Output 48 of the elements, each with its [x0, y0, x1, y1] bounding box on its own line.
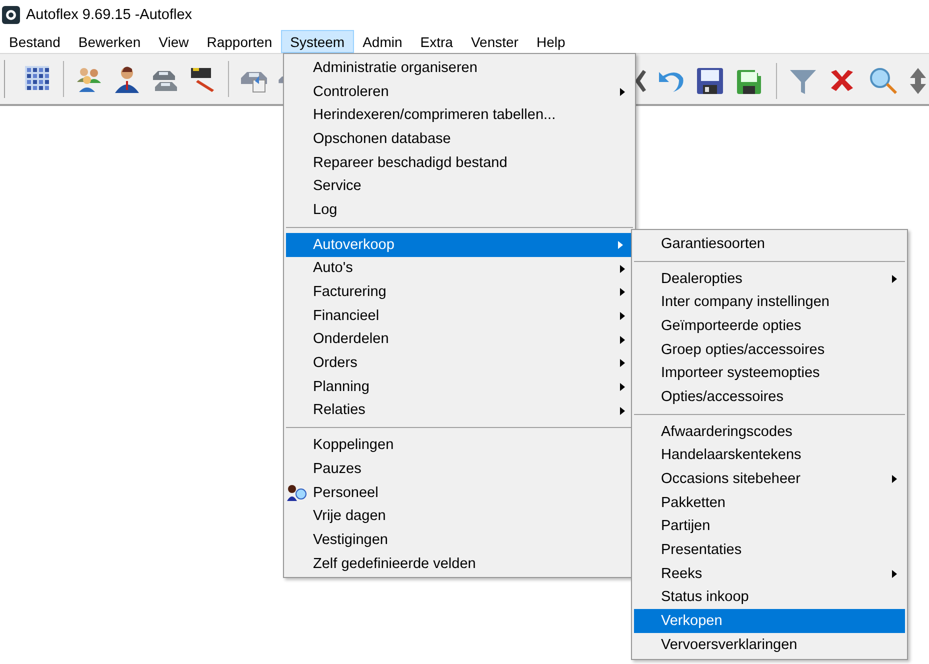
menu-item[interactable]: Controleren — [284, 80, 635, 104]
menu-item[interactable]: Dealeropties — [632, 266, 907, 290]
menu-item[interactable]: Afwaarderingscodes — [632, 420, 907, 444]
menu-item[interactable]: Relaties — [284, 398, 635, 422]
menu-item[interactable]: Koppelingen — [284, 433, 635, 457]
menu-item[interactable]: Inter company instellingen — [632, 290, 907, 314]
menu-item[interactable]: Verkopen — [634, 609, 905, 633]
menu-bar-item[interactable]: Bestand — [0, 30, 70, 53]
menu-item[interactable]: Herindexeren/comprimeren tabellen... — [284, 103, 635, 128]
menu-item[interactable]: Repareer beschadigd bestand — [284, 150, 635, 174]
menu-item[interactable]: Zelf gedefinieerde velden — [284, 552, 635, 576]
menu-item[interactable]: Financieel — [284, 304, 635, 328]
menu-bar-item[interactable]: Admin — [354, 30, 412, 53]
menu-bar-item[interactable]: Rapporten — [198, 30, 282, 53]
menu-bar-item[interactable]: Bewerken — [69, 30, 150, 53]
menu-item[interactable]: Pakketten — [632, 490, 907, 515]
menu-item[interactable]: Autoverkoop — [286, 232, 633, 256]
menu-item[interactable]: Importeer systeemopties — [632, 361, 907, 386]
menu-item[interactable]: Planning — [284, 374, 635, 399]
menu-item[interactable]: Pauzes — [284, 457, 635, 481]
menu-item[interactable]: Groep opties/accessoires — [632, 338, 907, 362]
menu-item[interactable]: Presentaties — [632, 538, 907, 562]
menu-item[interactable]: Handelaarskentekens — [632, 444, 907, 468]
menu-item[interactable]: Orders — [284, 351, 635, 375]
menu-item[interactable]: Onderdelen — [284, 328, 635, 352]
menu-item[interactable]: Log — [284, 198, 635, 222]
menu-item[interactable]: Opties/accessoires — [632, 385, 907, 409]
menu-item[interactable]: Opschonen database — [284, 127, 635, 151]
menu-bar-item[interactable]: Venster — [462, 30, 528, 53]
menu-item[interactable]: Garantiesoorten — [632, 232, 907, 256]
menu-item[interactable]: Occasions sitebeheer — [632, 467, 907, 491]
menu-item[interactable]: Partijen — [632, 514, 907, 538]
window-title: Autoflex 9.69.15 -Autoflex — [26, 7, 192, 23]
menu-item[interactable]: Administratie organiseren — [284, 56, 635, 80]
menu-item[interactable]: Vestigingen — [284, 528, 635, 552]
menu-bar-item[interactable]: View — [150, 30, 198, 53]
menu-item[interactable]: Personeel — [284, 480, 635, 504]
menu-bar-item[interactable]: Help — [527, 30, 574, 53]
menu-item[interactable]: Facturering — [284, 280, 635, 304]
menu-item[interactable]: Reeks — [632, 562, 907, 586]
menu-item[interactable]: Geïmporteerde opties — [632, 314, 907, 338]
menu-item[interactable]: Service — [284, 174, 635, 198]
menu-bar-item[interactable]: Extra — [411, 30, 462, 53]
menu-item[interactable]: Vervoersverklaringen — [632, 633, 907, 657]
menu-bar-item[interactable]: Systeem — [281, 30, 354, 53]
menu-item[interactable]: Auto's — [284, 256, 635, 280]
menu-item[interactable]: Status inkoop — [632, 586, 907, 610]
menu-item[interactable]: Vrije dagen — [284, 504, 635, 528]
